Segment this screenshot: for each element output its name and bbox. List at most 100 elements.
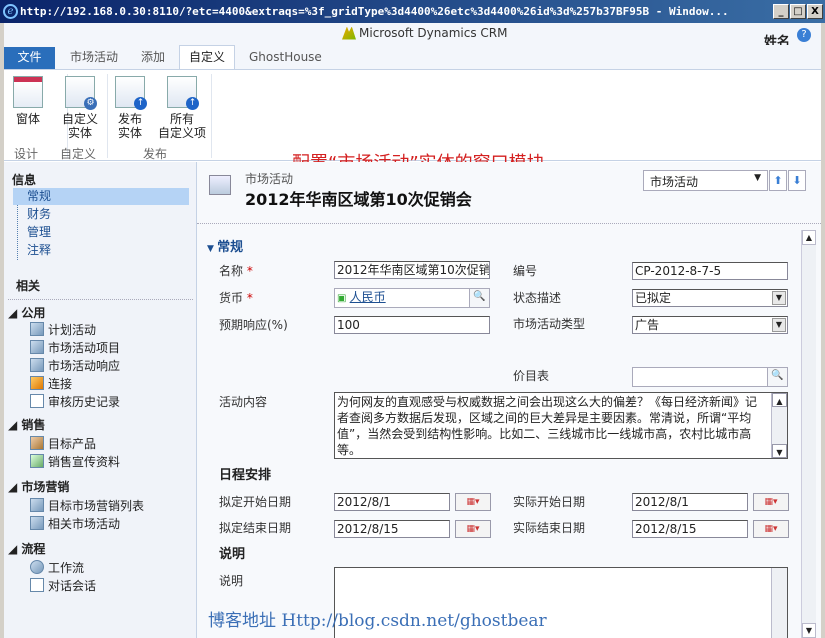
form-icon [13, 76, 43, 108]
nav-divider [8, 299, 193, 300]
publish-all-label-2: 自定义项 [157, 126, 206, 140]
nav-item-workflows[interactable]: 工作流 [30, 559, 84, 575]
nav-item-label: 目标产品 [48, 436, 97, 451]
nav-group-marketing[interactable]: ◢ 市场营销 [8, 478, 69, 495]
lookup-icon[interactable]: 🔍 [469, 289, 489, 307]
group-design: 设计 [14, 147, 39, 161]
required-icon: * [246, 291, 253, 305]
code-label: 编号 [513, 264, 538, 278]
name-label: 名称 * [219, 262, 253, 279]
tab-customize[interactable]: 自定义 [179, 45, 236, 69]
content-text: 为何网友的直观感受与权威数据之间会出现这么大的偏差？《每日经济新闻》记者查阅多方… [337, 395, 758, 457]
next-record-button[interactable]: ⬇ [788, 170, 806, 191]
nav-item-general[interactable]: 常规 [13, 188, 189, 205]
form-scrollbar[interactable]: ▲ ▼ [801, 230, 816, 638]
status-label: 状态描述 [513, 291, 562, 305]
activity-icon [30, 322, 44, 336]
nav-item-sales-literature[interactable]: 销售宣传资料 [30, 453, 120, 469]
minimize-button[interactable]: _ [773, 4, 789, 19]
dialog-icon [30, 578, 44, 592]
actual-end-input[interactable]: 2012/8/15 [632, 520, 748, 538]
chevron-down-icon: ▼ [754, 173, 761, 183]
nav-item-related-campaigns[interactable]: 相关市场活动 [30, 515, 120, 531]
response-label: 预期响应(%) [219, 318, 288, 332]
form-area: 市场活动 2012年华南区域第10次促销会 市场活动 ▼ ⬆ ⬇ ▼ 常规 名称 … [197, 162, 821, 638]
calendar-icon[interactable]: ▦▾ [455, 520, 491, 538]
actual-start-label: 实际开始日期 [513, 495, 586, 509]
nav-item-campaign-items[interactable]: 市场活动项目 [30, 339, 120, 355]
nav-item-label: 销售宣传资料 [48, 454, 121, 469]
content-textarea[interactable]: 为何网友的直观感受与权威数据之间会出现这么大的偏差？《每日经济新闻》记者查阅多方… [334, 392, 788, 459]
currency-lookup[interactable]: ▣ 人民币 🔍 [334, 288, 490, 308]
maximize-button[interactable]: □ [790, 4, 806, 19]
customize-entity-icon: ⚙ [65, 76, 97, 110]
campaign-entity-icon [209, 175, 231, 195]
close-button[interactable]: X [807, 4, 823, 19]
section-general-title[interactable]: ▼ 常规 [207, 236, 243, 255]
calendar-icon[interactable]: ▦▾ [753, 493, 789, 511]
actual-start-input[interactable]: 2012/8/1 [632, 493, 748, 511]
publish-all-button[interactable]: ↑ 所有 自定义项 [154, 76, 210, 140]
label-text: 货币 [219, 291, 244, 305]
nav-item-label: 审核历史记录 [48, 394, 121, 409]
textarea-scrollbar[interactable]: ▲ ▼ [771, 393, 787, 458]
status-select[interactable]: 已拟定 ▼ [632, 289, 788, 307]
marketing-list-icon [30, 498, 44, 512]
nav-item-audit-history[interactable]: 审核历史记录 [30, 393, 120, 409]
name-input[interactable]: 2012年华南区域第10次促销会 [334, 261, 490, 279]
tab-add[interactable]: 添加 [132, 47, 174, 69]
nav-item-target-products[interactable]: 目标产品 [30, 435, 96, 451]
nav-item-dialog-sessions[interactable]: 对话会话 [30, 577, 96, 593]
scroll-down-icon[interactable]: ▼ [802, 623, 816, 638]
calendar-icon[interactable]: ▦▾ [455, 493, 491, 511]
help-icon[interactable]: ? [797, 28, 811, 42]
proposed-end-input[interactable]: 2012/8/15 [334, 520, 450, 538]
scroll-up-icon[interactable]: ▲ [802, 230, 816, 245]
ie-icon: e [3, 4, 18, 19]
previous-record-button[interactable]: ⬆ [769, 170, 787, 191]
nav-group-common[interactable]: ◢ 公用 [8, 304, 45, 321]
form-button[interactable]: 窗体 [8, 76, 48, 126]
nav-item-marketing-lists[interactable]: 目标市场营销列表 [30, 497, 144, 513]
nav-item-notes[interactable]: 注释 [27, 242, 189, 259]
publish-entity-button[interactable]: ↑ 发布 实体 [110, 76, 150, 140]
tab-file[interactable]: 文件 [4, 47, 55, 69]
nav-item-activities[interactable]: 计划活动 [30, 321, 96, 337]
type-select[interactable]: 广告 ▼ [632, 316, 788, 334]
nav-item-label: 工作流 [48, 560, 85, 575]
entity-type-label: 市场活动 [245, 172, 294, 186]
nav-item-admin[interactable]: 管理 [27, 224, 189, 241]
section-schedule-title: 日程安排 [219, 468, 272, 483]
group-publish: 发布 [143, 147, 168, 161]
nav-group-process[interactable]: ◢ 流程 [8, 540, 45, 557]
tab-ghosthouse[interactable]: GhostHouse [240, 47, 331, 69]
pricelist-lookup[interactable]: 🔍 [632, 367, 788, 387]
proposed-end-label: 拟定结束日期 [219, 521, 292, 535]
nav-item-connections[interactable]: 连接 [30, 375, 72, 391]
crm-logo: Microsoft Dynamics CRM [342, 26, 507, 40]
workflow-icon [30, 560, 44, 574]
type-value: 广告 [635, 318, 660, 332]
nav-group-sales[interactable]: ◢ 销售 [8, 416, 45, 433]
calendar-icon[interactable]: ▦▾ [753, 520, 789, 538]
nav-item-campaign-responses[interactable]: 市场活动响应 [30, 357, 120, 373]
response-input[interactable]: 100 [334, 316, 490, 334]
publish-entity-icon: ↑ [115, 76, 147, 110]
related-campaign-icon [30, 516, 44, 530]
campaign-response-icon [30, 358, 44, 372]
tab-campaign[interactable]: 市场活动 [61, 47, 127, 69]
textarea-scrollbar[interactable] [771, 568, 787, 638]
nav-item-label: 市场活动项目 [48, 340, 121, 355]
nav-item-label: 对话会话 [48, 578, 97, 593]
scroll-up-icon[interactable]: ▲ [772, 393, 787, 407]
proposed-start-input[interactable]: 2012/8/1 [334, 493, 450, 511]
code-input[interactable]: CP-2012-8-7-5 [632, 262, 788, 280]
required-icon: * [246, 264, 253, 278]
nav-info-title: 信息 [12, 173, 37, 187]
form-selector[interactable]: 市场活动 ▼ [643, 170, 768, 191]
customize-entity-button[interactable]: ⚙ 自定义 实体 [58, 76, 102, 140]
currency-link[interactable]: 人民币 [350, 290, 386, 304]
scroll-down-icon[interactable]: ▼ [772, 444, 787, 458]
nav-item-finance[interactable]: 财务 [27, 206, 189, 223]
lookup-icon[interactable]: 🔍 [767, 368, 787, 386]
